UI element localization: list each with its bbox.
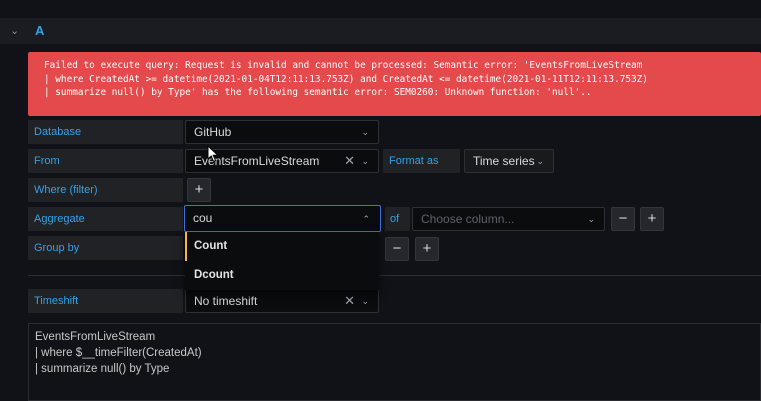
collapse-chevron-icon[interactable]: ⌄ xyxy=(10,18,19,44)
timeshift-value: No timeshift xyxy=(194,294,258,308)
aggregate-option-count[interactable]: Count xyxy=(185,232,379,261)
raw-query-editor[interactable]: EventsFromLiveStream | where $__timeFilt… xyxy=(28,323,761,401)
remove-aggregate-button[interactable]: − xyxy=(611,207,635,231)
error-line-3: | summarize null() by Type' has the foll… xyxy=(44,87,592,99)
format-as-label: Format as xyxy=(383,149,460,173)
aggregate-option-dcount[interactable]: Dcount xyxy=(185,261,379,290)
error-line-2: | where CreatedAt >= datetime(2021-01-04… xyxy=(44,73,648,85)
aggregate-label: Aggregate xyxy=(28,207,183,231)
query-header[interactable]: ⌄ A xyxy=(0,18,761,44)
column-placeholder: Choose column... xyxy=(421,212,515,226)
add-group-by-button[interactable]: + xyxy=(415,237,439,261)
timeshift-label: Timeshift xyxy=(28,289,183,313)
divider xyxy=(28,275,761,276)
database-label: Database xyxy=(28,120,183,144)
format-as-select[interactable]: Time series ⌄ xyxy=(464,149,554,173)
editor-line: EventsFromLiveStream xyxy=(35,331,156,343)
add-where-button[interactable]: + xyxy=(187,178,211,202)
chevron-up-icon: ⌃ xyxy=(362,214,370,224)
timeshift-select[interactable]: No timeshift ✕ ⌄ xyxy=(185,289,379,313)
database-value: GitHub xyxy=(194,125,232,139)
where-label: Where (filter) xyxy=(28,178,183,202)
of-label: of xyxy=(385,207,410,231)
database-select[interactable]: GitHub ⌄ xyxy=(185,120,379,144)
chevron-down-icon: ⌄ xyxy=(587,214,595,224)
aggregate-input[interactable]: cou ⌃ xyxy=(184,205,381,232)
editor-line: | where $__timeFilter(CreatedAt) xyxy=(35,347,202,359)
remove-group-by-button[interactable]: − xyxy=(385,237,409,261)
add-aggregate-button[interactable]: + xyxy=(640,207,664,231)
aggregate-input-value: cou xyxy=(193,211,213,225)
group-by-label: Group by xyxy=(28,236,183,260)
format-as-value: Time series xyxy=(473,154,535,168)
mouse-cursor-icon xyxy=(207,145,219,163)
chevron-down-icon: ⌄ xyxy=(361,296,369,306)
chevron-down-icon: ⌄ xyxy=(361,156,369,166)
query-title: A xyxy=(35,23,45,38)
editor-line: | summarize null() by Type xyxy=(35,363,170,375)
column-select[interactable]: Choose column... ⌄ xyxy=(412,207,605,231)
clear-icon[interactable]: ✕ xyxy=(344,290,355,312)
error-line-1: Failed to execute query: Request is inva… xyxy=(44,60,643,71)
error-banner: Failed to execute query: Request is inva… xyxy=(28,52,761,116)
aggregate-dropdown-menu: Count Dcount xyxy=(185,232,379,290)
chevron-down-icon: ⌄ xyxy=(361,127,369,137)
clear-icon[interactable]: ✕ xyxy=(344,150,355,172)
chevron-down-icon: ⌄ xyxy=(536,156,544,166)
from-label: From xyxy=(28,149,183,173)
